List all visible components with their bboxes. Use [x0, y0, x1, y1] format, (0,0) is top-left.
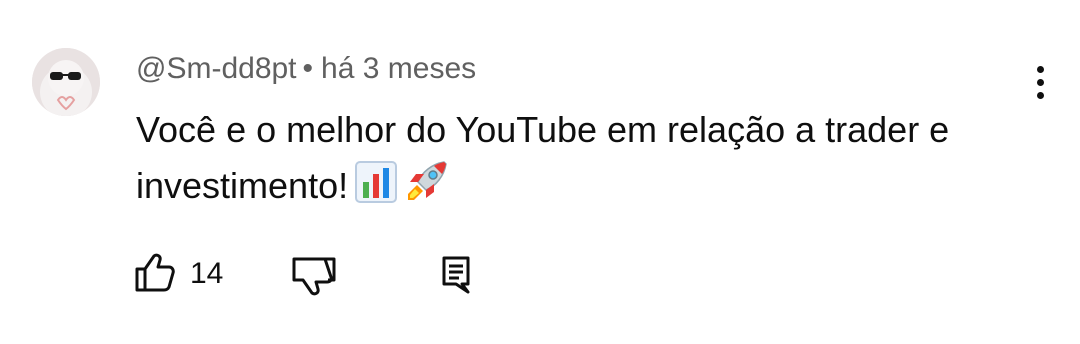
- comment-header: @Sm-dd8pt • há 3 meses: [136, 51, 476, 87]
- rocket-emoji: [404, 158, 450, 220]
- dislike-button[interactable]: [288, 250, 340, 298]
- more-options-button[interactable]: [1022, 60, 1058, 104]
- comment-body: Você e o melhor do YouTube em relação a …: [136, 102, 1016, 220]
- thumb-down-icon: [288, 257, 340, 302]
- bar-chart-emoji: [354, 160, 398, 220]
- more-vert-icon: [1037, 66, 1044, 73]
- reply-button[interactable]: [432, 250, 480, 298]
- comment-time: há 3 meses: [321, 52, 477, 85]
- avatar[interactable]: [32, 48, 100, 116]
- author-name[interactable]: @Sm-dd8pt: [136, 52, 297, 85]
- like-button[interactable]: 14: [130, 250, 223, 298]
- comment-text: Você e o melhor do YouTube em relação a …: [136, 109, 950, 206]
- like-count: 14: [190, 257, 224, 290]
- thumb-up-icon: [130, 248, 178, 301]
- separator-dot: •: [302, 52, 314, 85]
- comment-item: @Sm-dd8pt • há 3 meses Você e o melhor do …: [0, 0, 1080, 344]
- comment-reply-icon: [432, 256, 480, 302]
- comment-actions: 14: [0, 250, 1080, 300]
